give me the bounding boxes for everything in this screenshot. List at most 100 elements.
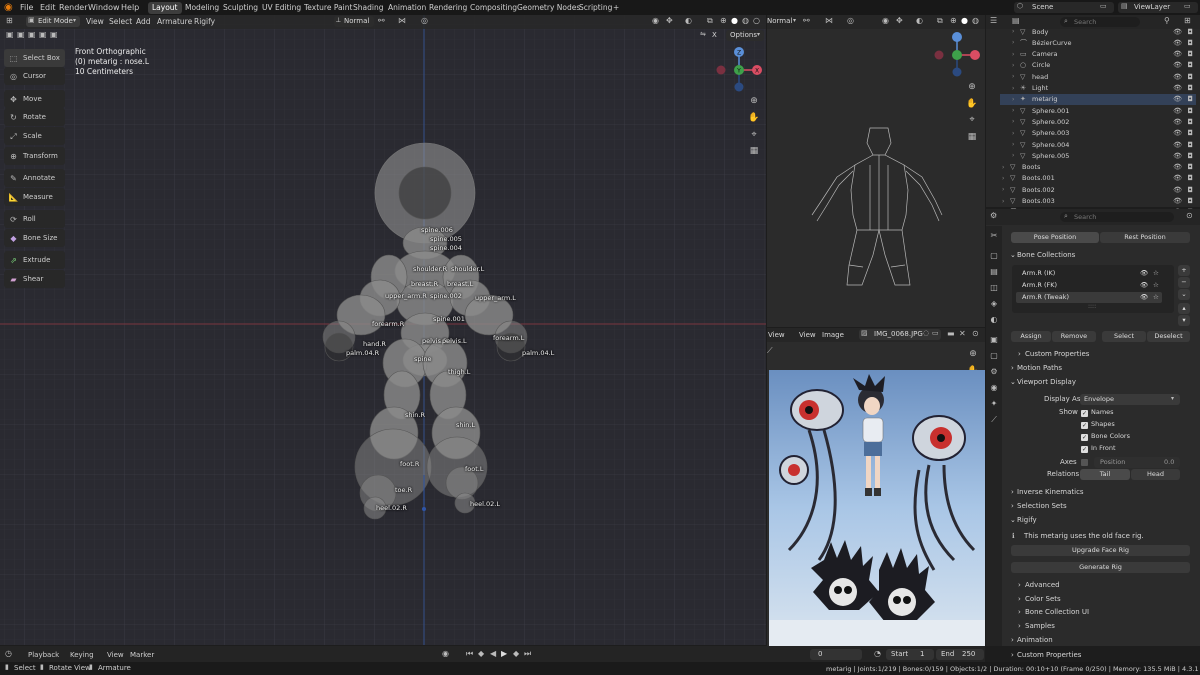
eye-icon[interactable]: 👁 xyxy=(1173,186,1182,194)
render-camera-icon[interactable]: ◘ xyxy=(1187,152,1193,160)
outliner-row[interactable]: › ✦ metarig 👁 ◘ xyxy=(1000,93,1196,105)
scene-copy-icon[interactable]: ▭ xyxy=(1100,2,1107,10)
menu-view-2[interactable]: View xyxy=(799,331,816,339)
tool-scale[interactable]: ⤢ Scale xyxy=(4,127,65,145)
render-camera-icon[interactable]: ◘ xyxy=(1187,50,1193,58)
camera-view-icon[interactable]: ⌖ xyxy=(748,129,760,141)
tool-select-box[interactable]: ⬚ Select Box xyxy=(4,49,65,67)
star-icon[interactable]: ☆ xyxy=(1153,268,1159,279)
motion-paths-header[interactable]: Motion Paths xyxy=(1017,364,1062,372)
expand-chevron-icon[interactable]: › xyxy=(1002,175,1010,182)
render-camera-icon[interactable]: ◘ xyxy=(1187,84,1193,92)
display-mode-icon[interactable]: ▤ xyxy=(1012,16,1020,25)
expand-chevron-icon[interactable]: › xyxy=(1012,85,1020,92)
outliner-row[interactable]: › ▽ head 👁 ◘ xyxy=(1000,71,1196,82)
scene-selector[interactable]: ⬡ Scene ▭ xyxy=(1014,2,1114,13)
display-as-dropdown[interactable]: Envelope ▾ xyxy=(1080,394,1180,405)
camera-view-icon[interactable]: ⌖ xyxy=(966,114,978,126)
chevron-right-icon[interactable]: › xyxy=(1018,622,1021,630)
eye-icon[interactable]: 👁 xyxy=(1173,152,1182,160)
expand-chevron-icon[interactable]: › xyxy=(1012,51,1020,58)
tab-sculpting[interactable]: Sculpting xyxy=(219,2,262,14)
expand-chevron-icon[interactable]: › xyxy=(1002,198,1010,205)
tool-shear[interactable]: ▰ Shear xyxy=(4,270,65,288)
tool-roll[interactable]: ⟳ Roll xyxy=(4,210,65,228)
copy-icon[interactable]: ▭ xyxy=(932,329,939,337)
main-viewport[interactable]: ⊞ ▣ Edit Mode ▾ View Select Add Armature… xyxy=(0,15,766,645)
expand-chevron-icon[interactable]: › xyxy=(1002,164,1010,171)
eye-icon[interactable]: 👁 xyxy=(1173,95,1182,103)
eye-icon[interactable]: 👁 xyxy=(1173,28,1182,36)
upgrade-face-rig-button[interactable]: Upgrade Face Rig xyxy=(1011,545,1190,556)
chevron-right-icon[interactable]: › xyxy=(1011,364,1014,372)
pose-position-button[interactable]: Pose Position xyxy=(1011,232,1099,243)
list-resize-handle[interactable]: :::: xyxy=(1088,303,1096,310)
expand-chevron-icon[interactable]: › xyxy=(1012,28,1020,35)
menu-render[interactable]: Render xyxy=(59,3,87,12)
ortho-grid-icon[interactable]: ▦ xyxy=(966,131,978,143)
render-camera-icon[interactable]: ◘ xyxy=(1187,186,1193,194)
chevron-right-icon[interactable]: › xyxy=(1011,502,1014,510)
properties-search[interactable]: ⌕ Search xyxy=(1060,212,1174,222)
outliner-row[interactable]: › ▽ Sphere.002 👁 ◘ xyxy=(1000,116,1196,127)
bone-collection-item[interactable]: Arm.R (IK) 👁 ☆ xyxy=(1016,268,1162,279)
add-workspace-button[interactable]: + xyxy=(609,2,623,14)
eye-icon[interactable]: 👁 xyxy=(1173,118,1182,126)
expand-chevron-icon[interactable]: › xyxy=(1012,130,1020,137)
eye-icon[interactable]: 👁 xyxy=(1140,268,1148,279)
eye-icon[interactable]: 👁 xyxy=(1173,84,1182,92)
timeline-editor-icon[interactable]: ◷ xyxy=(5,649,12,658)
pin-icon[interactable]: ⊙ xyxy=(972,329,979,338)
tool-bone-size[interactable]: ◆ Bone Size xyxy=(4,229,65,247)
eye-icon[interactable]: 👁 xyxy=(1173,129,1182,137)
relations-head-button[interactable]: Head xyxy=(1131,469,1180,480)
outliner-row[interactable]: › ▽ Boots.001 👁 ◘ xyxy=(1000,173,1196,184)
expand-chevron-icon[interactable]: › xyxy=(1012,141,1020,148)
tab-geometry-nodes[interactable]: Geometry Nodes xyxy=(513,2,584,14)
close-icon[interactable]: ✕ xyxy=(959,329,966,338)
menu-view[interactable]: View xyxy=(768,331,785,339)
custom-properties-sub[interactable]: Custom Properties xyxy=(1025,350,1089,358)
tool-cursor[interactable]: ◎ Cursor xyxy=(4,67,65,85)
generate-rig-button[interactable]: Generate Rig xyxy=(1011,562,1190,573)
star-icon[interactable]: ☆ xyxy=(1153,292,1159,303)
rest-position-button[interactable]: Rest Position xyxy=(1100,232,1190,243)
chevron-right-icon[interactable]: › xyxy=(1018,581,1021,589)
image-selector[interactable]: ▨ IMG_0068.JPG ◌ ▭ xyxy=(859,329,941,340)
zoom-icon[interactable]: ⊕ xyxy=(748,95,760,107)
menu-window[interactable]: Window xyxy=(88,3,120,12)
render-camera-icon[interactable]: ◘ xyxy=(1187,141,1193,149)
eye-icon[interactable]: 👁 xyxy=(1173,50,1182,58)
world-props-icon[interactable]: ◐ xyxy=(988,315,1000,327)
eye-icon[interactable]: 👁 xyxy=(1173,141,1182,149)
view-layer-copy-icon[interactable]: ▭ xyxy=(1184,2,1191,10)
outliner-row[interactable]: › ▽ Sphere.003 👁 ◘ xyxy=(1000,128,1196,139)
render-props-icon[interactable]: ▢ xyxy=(988,251,1000,263)
tool-settings-icon[interactable]: ⟋ xyxy=(767,346,773,356)
view-layer-props-icon[interactable]: ◫ xyxy=(988,283,1000,295)
armature-data-icon[interactable]: ✦ xyxy=(988,399,1000,411)
expand-chevron-icon[interactable]: › xyxy=(1012,73,1020,80)
render-camera-icon[interactable]: ◘ xyxy=(1187,28,1193,36)
scene-props-icon[interactable]: ◈ xyxy=(988,299,1000,311)
physics-props-icon[interactable]: ◉ xyxy=(988,383,1000,395)
chevron-right-icon[interactable]: › xyxy=(1011,636,1014,644)
rigify-header[interactable]: Rigify xyxy=(1017,516,1037,524)
jump-start-icon[interactable]: ⏮ xyxy=(466,649,473,659)
tool-measure[interactable]: 📐 Measure xyxy=(4,188,65,206)
clock-icon[interactable]: ◔ xyxy=(874,649,881,658)
outliner-row[interactable]: › ▽ Boots.003 👁 ◘ xyxy=(1000,196,1196,207)
eye-icon[interactable]: 👁 xyxy=(1173,73,1182,81)
render-camera-icon[interactable]: ◘ xyxy=(1187,107,1193,115)
tool-annotate[interactable]: ✎ Annotate xyxy=(4,169,65,187)
expand-chevron-icon[interactable]: › xyxy=(1012,152,1020,159)
bone-collection-item-active[interactable]: Arm.R (Tweak) 👁 ☆ xyxy=(1016,292,1162,303)
pan-hand-icon[interactable]: ✋ xyxy=(748,112,760,124)
blender-logo-icon[interactable]: ◉ xyxy=(4,2,15,13)
eye-icon[interactable]: 👁 xyxy=(1173,107,1182,115)
chevron-down-icon[interactable]: ⌄ xyxy=(1010,378,1016,386)
axes-checkbox[interactable] xyxy=(1081,459,1088,466)
image-editor[interactable]: View View Image ▨ IMG_0068.JPG ◌ ▭ ▬ ✕ ⊙… xyxy=(767,328,985,646)
output-props-icon[interactable]: ▤ xyxy=(988,267,1000,279)
viewport-display-header[interactable]: Viewport Display xyxy=(1017,378,1076,386)
